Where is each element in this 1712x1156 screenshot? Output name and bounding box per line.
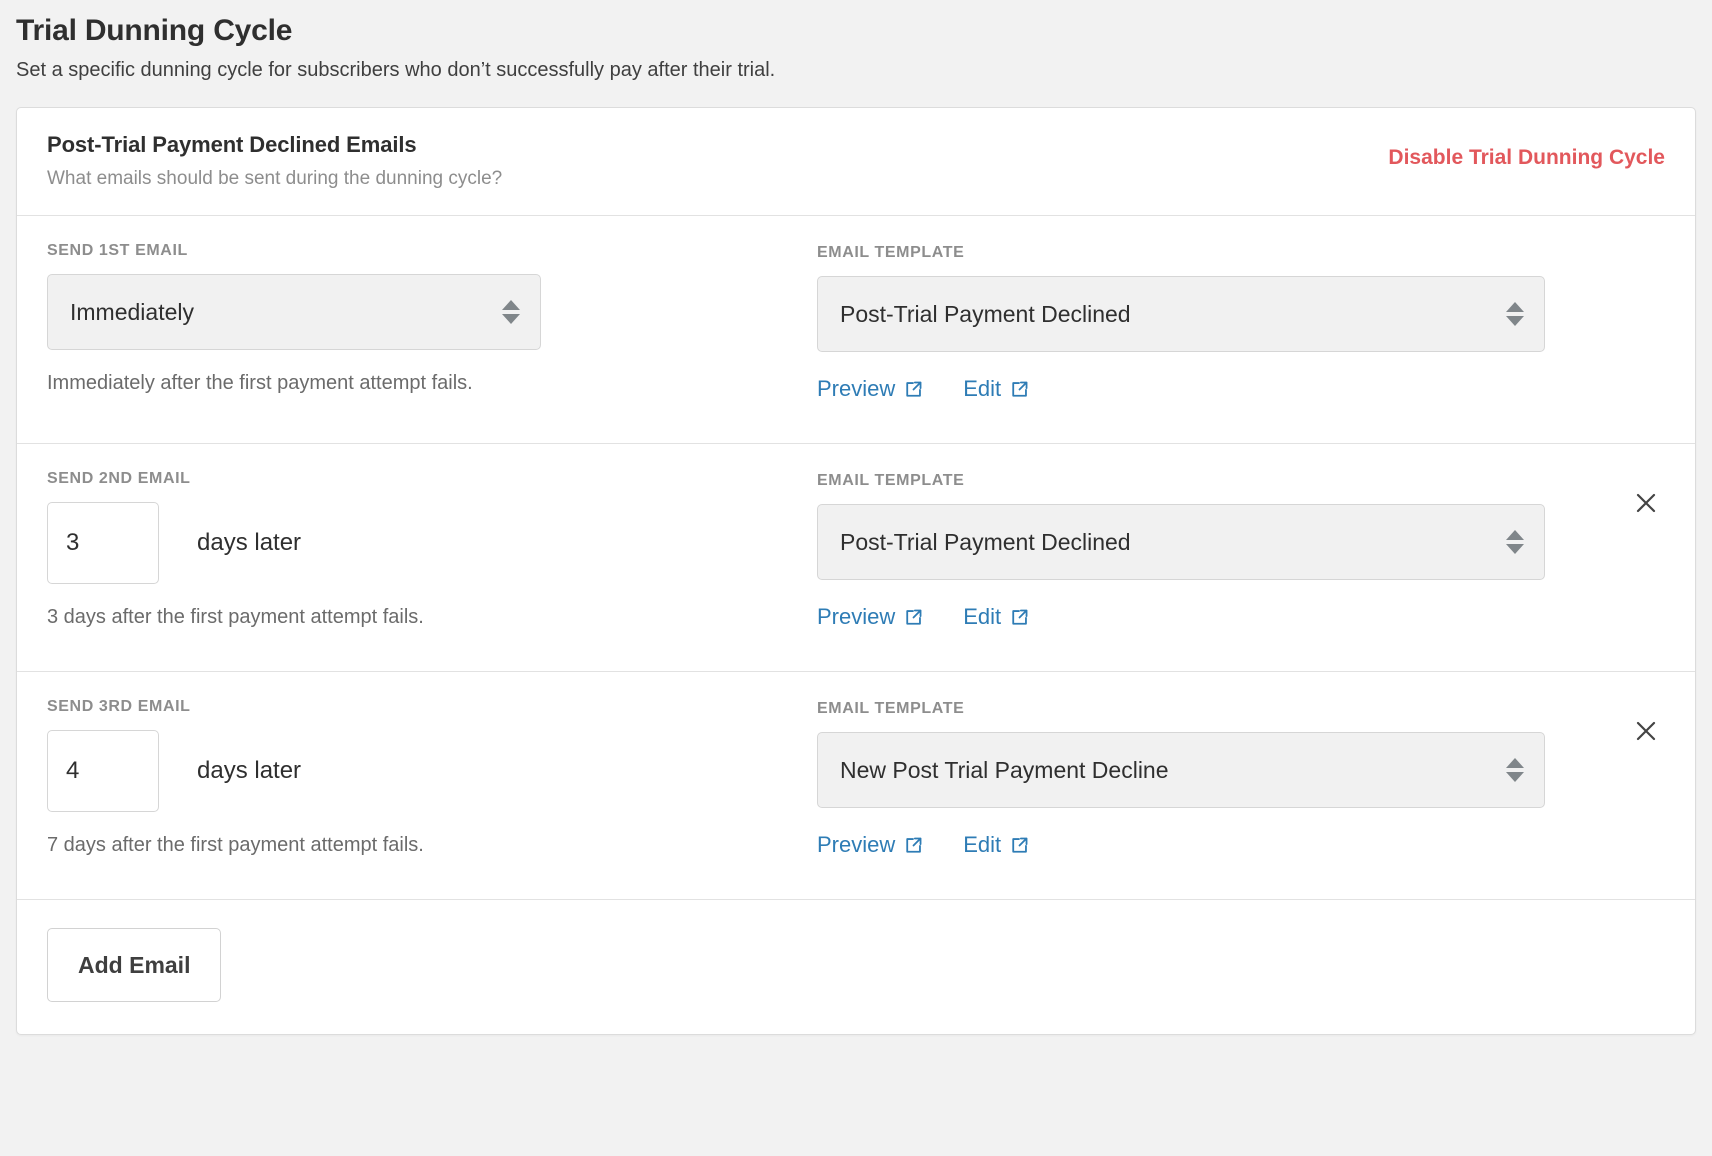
email-template-label: EMAIL TEMPLATE xyxy=(817,700,965,717)
external-link-icon xyxy=(904,380,923,399)
close-icon xyxy=(1636,493,1656,513)
preview-link-label: Preview xyxy=(817,604,896,629)
send-timing-select-value: Immediately xyxy=(70,298,194,325)
send-email-label: SEND 1ST EMAIL xyxy=(47,242,188,259)
preview-template-link[interactable]: Preview xyxy=(817,376,923,402)
days-later-label: days later xyxy=(197,529,302,556)
days-delay-group: days later xyxy=(47,730,817,812)
template-actions: Preview Edit xyxy=(817,832,1665,858)
preview-link-label: Preview xyxy=(817,376,896,401)
email-template-select-value: Post-Trial Payment Declined xyxy=(840,528,1131,555)
email-template-select-value: New Post Trial Payment Decline xyxy=(840,756,1169,783)
edit-link-label: Edit xyxy=(963,604,1002,629)
edit-template-link[interactable]: Edit xyxy=(963,832,1029,858)
external-link-icon xyxy=(1010,836,1029,855)
days-delay-input[interactable] xyxy=(47,502,159,584)
schedule-help-text: Immediately after the first payment atte… xyxy=(47,372,473,394)
schedule-help-text: 3 days after the first payment attempt f… xyxy=(47,606,424,628)
remove-email-button[interactable] xyxy=(1629,714,1663,748)
email-template-select[interactable]: Post-Trial Payment Declined xyxy=(817,276,1545,352)
external-link-icon xyxy=(1010,608,1029,627)
card-header: Post-Trial Payment Declined Emails What … xyxy=(17,108,1695,216)
days-later-label: days later xyxy=(197,757,302,784)
email-template-select-value: Post-Trial Payment Declined xyxy=(840,300,1131,327)
external-link-icon xyxy=(1010,380,1029,399)
email-template-select[interactable]: New Post Trial Payment Decline xyxy=(817,732,1545,808)
chevron-updown-icon xyxy=(1506,530,1524,554)
page-subtitle: Set a specific dunning cycle for subscri… xyxy=(16,59,776,81)
preview-link-label: Preview xyxy=(817,832,896,857)
page-title: Trial Dunning Cycle xyxy=(16,14,293,47)
close-icon xyxy=(1636,721,1656,741)
send-timing-select[interactable]: Immediately xyxy=(47,274,541,350)
remove-email-button[interactable] xyxy=(1629,486,1663,520)
email-row: SEND 2ND EMAIL days later 3 days after t… xyxy=(17,444,1695,672)
send-email-label: SEND 2ND EMAIL xyxy=(47,470,191,487)
edit-link-label: Edit xyxy=(963,376,1002,401)
disable-trial-dunning-cycle-link[interactable]: Disable Trial Dunning Cycle xyxy=(1388,146,1665,170)
external-link-icon xyxy=(904,608,923,627)
page-container: Trial Dunning Cycle Set a specific dunni… xyxy=(0,0,1712,1156)
template-actions: Preview Edit xyxy=(817,376,1665,402)
chevron-updown-icon xyxy=(1506,758,1524,782)
chevron-updown-icon xyxy=(502,300,520,324)
email-row: SEND 3RD EMAIL days later 7 days after t… xyxy=(17,672,1695,900)
preview-template-link[interactable]: Preview xyxy=(817,604,923,630)
edit-template-link[interactable]: Edit xyxy=(963,604,1029,630)
edit-template-link[interactable]: Edit xyxy=(963,376,1029,402)
days-delay-group: days later xyxy=(47,502,817,584)
email-template-label: EMAIL TEMPLATE xyxy=(817,244,965,261)
email-template-label: EMAIL TEMPLATE xyxy=(817,472,965,489)
external-link-icon xyxy=(904,836,923,855)
card-subtitle: What emails should be sent during the du… xyxy=(47,168,503,189)
email-template-select[interactable]: Post-Trial Payment Declined xyxy=(817,504,1545,580)
email-row: SEND 1ST EMAIL Immediately Immediately a… xyxy=(17,216,1695,444)
template-column: EMAIL TEMPLATE New Post Trial Payment De… xyxy=(817,698,1665,869)
card-footer: Add Email xyxy=(17,900,1695,1034)
send-email-label: SEND 3RD EMAIL xyxy=(47,698,191,715)
schedule-column: SEND 1ST EMAIL Immediately Immediately a… xyxy=(47,242,817,413)
chevron-updown-icon xyxy=(1506,302,1524,326)
schedule-column: SEND 3RD EMAIL days later 7 days after t… xyxy=(47,698,817,869)
schedule-column: SEND 2ND EMAIL days later 3 days after t… xyxy=(47,470,817,641)
days-delay-input[interactable] xyxy=(47,730,159,812)
template-column: EMAIL TEMPLATE Post-Trial Payment Declin… xyxy=(817,470,1665,641)
dunning-cycle-card: Post-Trial Payment Declined Emails What … xyxy=(16,107,1696,1035)
add-email-button[interactable]: Add Email xyxy=(47,928,222,1002)
schedule-help-text: 7 days after the first payment attempt f… xyxy=(47,834,424,856)
edit-link-label: Edit xyxy=(963,832,1002,857)
preview-template-link[interactable]: Preview xyxy=(817,832,923,858)
template-column: EMAIL TEMPLATE Post-Trial Payment Declin… xyxy=(817,242,1665,413)
template-actions: Preview Edit xyxy=(817,604,1665,630)
